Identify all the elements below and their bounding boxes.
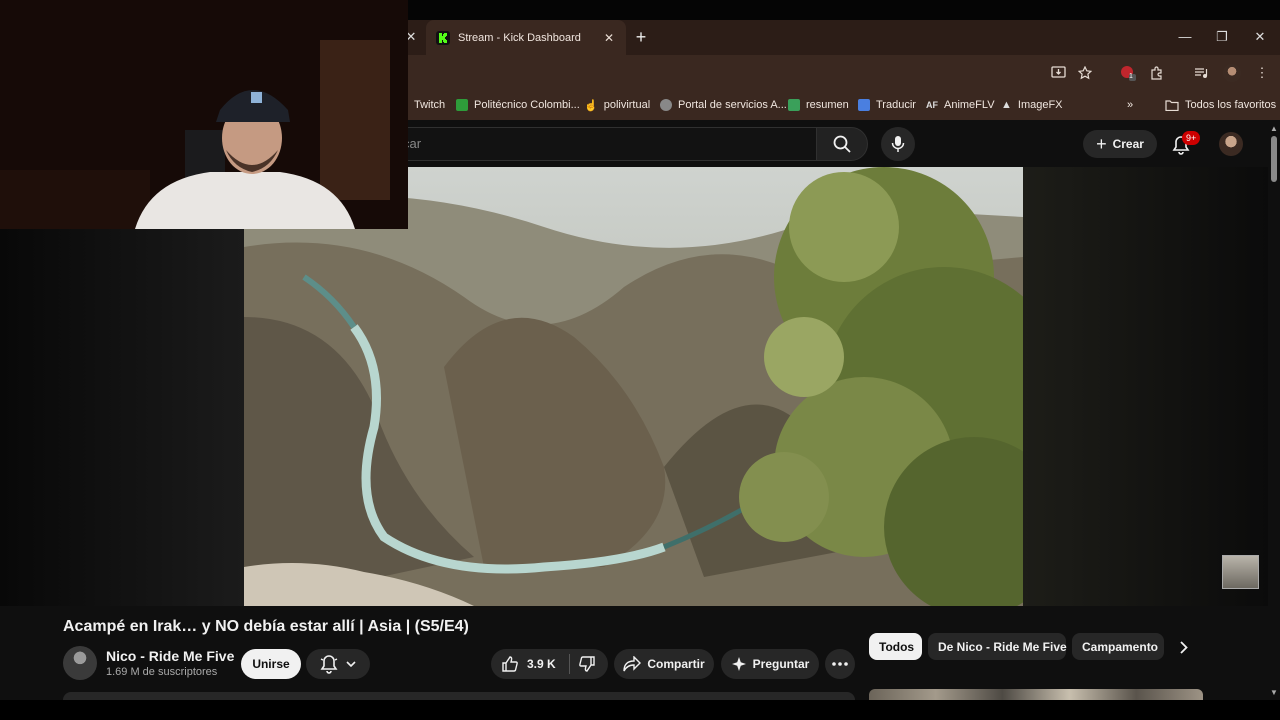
description-box[interactable] bbox=[63, 692, 855, 700]
resumen-icon bbox=[788, 99, 800, 111]
subscription-notifications-button[interactable] bbox=[306, 649, 370, 679]
channel-name[interactable]: Nico - Ride Me Five bbox=[106, 648, 234, 664]
globe-icon bbox=[660, 99, 672, 111]
subscriber-count: 1.69 M de suscriptores bbox=[106, 666, 218, 678]
more-actions-icon[interactable] bbox=[825, 649, 855, 679]
channel-watermark[interactable] bbox=[1222, 555, 1259, 589]
bookmark-traducir[interactable]: Traducir bbox=[858, 96, 916, 114]
scroll-down-arrow-icon[interactable]: ▼ bbox=[1270, 689, 1278, 697]
extension-badge: 1 bbox=[1129, 73, 1133, 80]
pointer-hand-icon: ☝ bbox=[584, 99, 598, 112]
bookmark-label: AnimeFLV bbox=[944, 99, 995, 111]
thumbs-down-icon bbox=[579, 656, 595, 672]
triangle-icon: ▲ bbox=[1001, 99, 1012, 111]
bell-icon bbox=[320, 655, 338, 674]
notification-badge: 9+ bbox=[1182, 131, 1201, 145]
all-bookmarks-folder[interactable]: Todos los favoritos bbox=[1165, 96, 1276, 114]
browser-menu-icon[interactable]: ⋮ bbox=[1251, 63, 1273, 83]
extension-icon[interactable]: 1 bbox=[1117, 63, 1139, 83]
dislike-button[interactable] bbox=[578, 655, 596, 673]
close-window-button[interactable]: ✕ bbox=[1245, 26, 1275, 48]
minimize-button[interactable]: — bbox=[1170, 26, 1200, 48]
chip-campamento[interactable]: Campamento bbox=[1072, 633, 1164, 660]
chip-de-nico[interactable]: De Nico - Ride Me Five bbox=[928, 633, 1067, 660]
search-input[interactable]: car bbox=[380, 127, 816, 161]
video-title: Acampé en Irak… y NO debía estar allí | … bbox=[63, 618, 469, 635]
puzzle-icon[interactable] bbox=[1146, 63, 1168, 83]
share-button[interactable]: Compartir bbox=[614, 649, 714, 679]
folder-icon bbox=[1165, 99, 1179, 111]
thumbs-up-icon bbox=[502, 656, 518, 672]
chevron-down-icon bbox=[346, 661, 356, 667]
bookmark-star-icon[interactable] bbox=[1074, 63, 1096, 83]
bookmark-twitch[interactable]: Twitch bbox=[414, 96, 445, 114]
share-icon bbox=[623, 656, 642, 672]
media-controls-icon[interactable] bbox=[1190, 63, 1212, 83]
create-button[interactable]: + Crear bbox=[1083, 130, 1157, 158]
video-frame[interactable] bbox=[244, 167, 1023, 606]
like-button[interactable]: 3.9 K bbox=[491, 655, 565, 673]
search-button[interactable] bbox=[816, 127, 868, 161]
kick-icon bbox=[436, 30, 450, 45]
microphone-icon bbox=[891, 136, 905, 152]
animeflv-icon: AF bbox=[926, 100, 938, 110]
bookmark-label: polivirtual bbox=[603, 99, 651, 111]
streamer-webcam-image bbox=[0, 0, 408, 229]
channel-avatar[interactable] bbox=[63, 646, 97, 680]
scroll-thumb[interactable] bbox=[1271, 136, 1277, 182]
webcam-overlay bbox=[0, 0, 408, 229]
bookmark-label: Traducir bbox=[876, 99, 916, 111]
more-bookmarks-chevron-icon[interactable]: » bbox=[1127, 96, 1133, 114]
chevron-right-icon[interactable] bbox=[1173, 636, 1195, 658]
bottom-bar bbox=[0, 700, 1280, 720]
bookmark-politecnico[interactable]: Politécnico Colombi... bbox=[456, 96, 580, 114]
bookmark-label: Twitch bbox=[414, 99, 446, 111]
bookmark-resumen[interactable]: resumen bbox=[788, 96, 849, 114]
bookmark-portal-servicios[interactable]: Portal de servicios A... bbox=[660, 96, 787, 114]
bookmark-label: Todos los favoritos bbox=[1185, 99, 1277, 111]
bookmark-imagefx[interactable]: ▲ ImageFX bbox=[1001, 96, 1063, 114]
create-label: Crear bbox=[1112, 137, 1144, 151]
bookmark-animeflv[interactable]: AF AnimeFLV bbox=[926, 96, 995, 114]
bookmark-label: Portal de servicios A... bbox=[678, 99, 787, 111]
new-tab-button[interactable]: + bbox=[630, 26, 652, 48]
tab-title: Stream - Kick Dashboard bbox=[458, 31, 581, 44]
like-separator bbox=[569, 654, 570, 674]
chip-todos[interactable]: Todos bbox=[869, 633, 922, 660]
voice-search-button[interactable] bbox=[881, 127, 915, 161]
scroll-up-arrow-icon[interactable]: ▲ bbox=[1270, 125, 1278, 133]
share-label: Compartir bbox=[647, 657, 705, 671]
search-icon bbox=[833, 135, 851, 153]
like-count: 3.9 K bbox=[527, 657, 556, 671]
player-backdrop-left bbox=[0, 229, 244, 606]
bookmark-label: ImageFX bbox=[1017, 99, 1063, 111]
recommended-video-thumbnail[interactable] bbox=[869, 689, 1203, 700]
bookmark-label: Politécnico Colombi... bbox=[474, 99, 580, 111]
install-app-icon[interactable] bbox=[1047, 63, 1069, 83]
profile-avatar[interactable] bbox=[1221, 63, 1243, 83]
ask-button[interactable]: Preguntar bbox=[721, 649, 819, 679]
scrollbar[interactable] bbox=[1268, 120, 1280, 700]
account-avatar[interactable] bbox=[1219, 132, 1243, 156]
join-button[interactable]: Unirse bbox=[241, 649, 301, 679]
politecnico-icon bbox=[456, 99, 468, 111]
sparkle-icon bbox=[731, 657, 746, 671]
restore-button[interactable]: ❐ bbox=[1207, 26, 1237, 48]
bookmark-polivirtual[interactable]: ☝ polivirtual bbox=[584, 96, 650, 114]
canyon-video-image bbox=[244, 167, 1023, 606]
plus-icon: + bbox=[1096, 134, 1107, 154]
tab-close-icon[interactable]: ✕ bbox=[602, 31, 616, 45]
bookmark-label: resumen bbox=[806, 99, 849, 111]
tab-kick-dashboard[interactable]: Stream - Kick Dashboard ✕ bbox=[426, 20, 626, 55]
like-dislike-group: 3.9 K bbox=[491, 649, 608, 679]
player-backdrop-right bbox=[1023, 167, 1268, 606]
ask-label: Preguntar bbox=[752, 657, 810, 671]
translate-icon bbox=[858, 99, 870, 111]
